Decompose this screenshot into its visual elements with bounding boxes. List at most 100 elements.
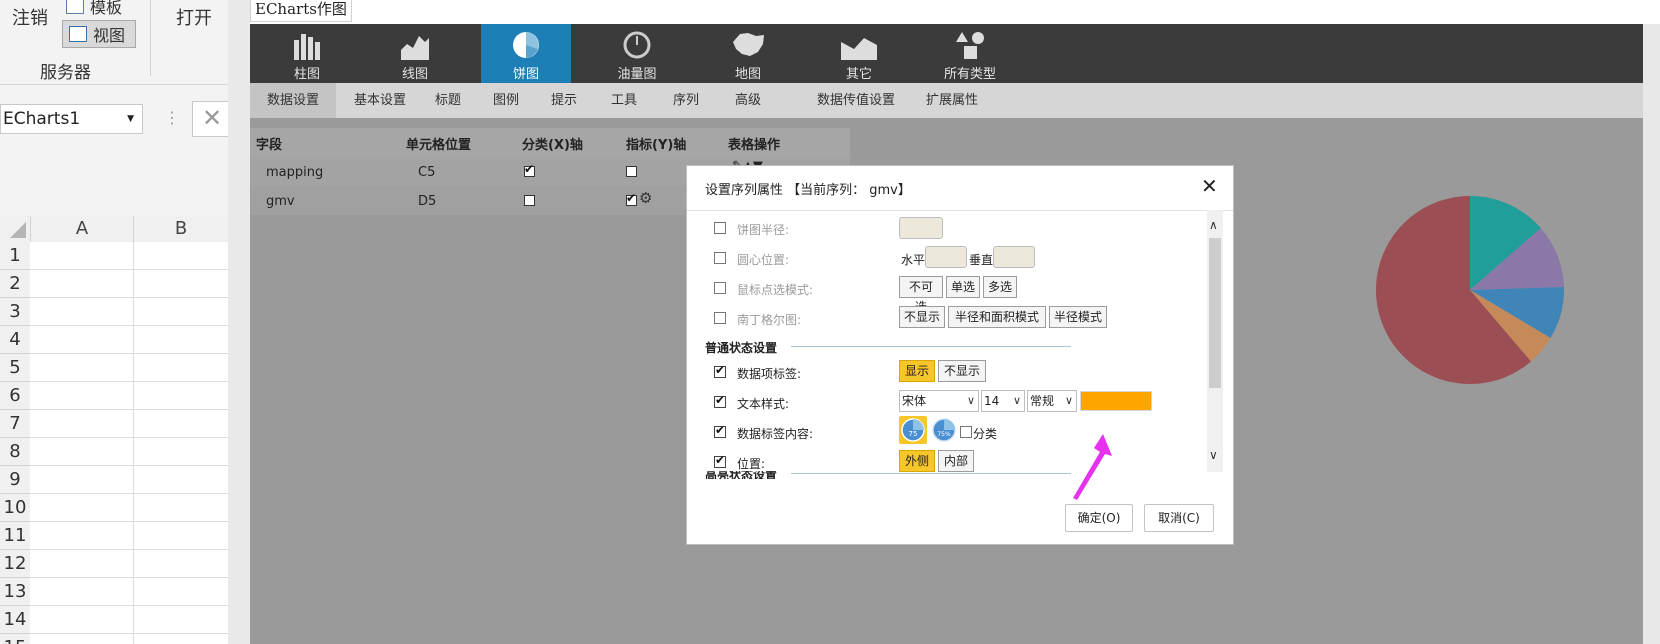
position-checkbox[interactable] — [714, 453, 726, 468]
data-label-hide-button[interactable]: 不显示 — [938, 360, 986, 382]
table-row[interactable] — [30, 354, 228, 382]
select-all-corner[interactable] — [0, 216, 30, 242]
mouse-mode-multi-button[interactable]: 多选 — [983, 276, 1017, 298]
y-axis-checkbox[interactable] — [626, 191, 637, 206]
data-label-checkbox[interactable] — [714, 363, 726, 378]
chart-type-pie[interactable]: 饼图 — [481, 24, 571, 83]
row-header[interactable]: 13 — [0, 578, 30, 606]
row-header[interactable]: 4 — [0, 326, 30, 354]
table-row[interactable] — [30, 466, 228, 494]
column-divider — [133, 494, 134, 522]
table-row[interactable] — [30, 578, 228, 606]
font-family-select[interactable]: 宋体 ∨ — [899, 390, 979, 412]
nightingale-off-button[interactable]: 不显示 — [899, 306, 945, 328]
cancel-button[interactable]: 取消(C) — [1144, 504, 1214, 532]
open-button[interactable]: 打开 — [176, 4, 212, 30]
position-outside-button[interactable]: 外侧 — [899, 450, 935, 472]
row-header[interactable]: 5 — [0, 354, 30, 382]
row-header[interactable]: 9 — [0, 466, 30, 494]
chevron-down-icon: ▼ — [127, 114, 134, 124]
undo-button[interactable]: 注销 — [12, 4, 48, 30]
row-header[interactable]: 7 — [0, 410, 30, 438]
chart-type-map[interactable]: 地图 — [703, 24, 793, 83]
mouse-mode-checkbox[interactable] — [714, 282, 726, 294]
chart-type-other[interactable]: 其它 — [814, 24, 904, 83]
row-header[interactable]: 12 — [0, 550, 30, 578]
row-header[interactable]: 14 — [0, 606, 30, 634]
nightingale-radius-area-button[interactable]: 半径和面积模式 — [948, 306, 1046, 328]
table-row[interactable] — [30, 494, 228, 522]
name-box[interactable]: ECharts1 ▼ — [0, 104, 143, 134]
view-button[interactable]: 视图 — [62, 20, 136, 48]
center-checkbox[interactable] — [714, 252, 726, 264]
table-row[interactable] — [30, 634, 228, 644]
scroll-down-icon[interactable]: ∨ — [1209, 448, 1218, 462]
font-weight-select[interactable]: 常规 ∨ — [1027, 390, 1077, 412]
font-size-select[interactable]: 14 ∨ — [981, 390, 1025, 412]
chart-type-bar[interactable]: 柱图 — [262, 24, 352, 83]
tab-advanced[interactable]: 高级 — [728, 83, 768, 118]
pie-radius-checkbox[interactable] — [714, 222, 726, 234]
nightingale-radius-button[interactable]: 半径模式 — [1049, 306, 1107, 328]
table-row[interactable] — [30, 522, 228, 550]
row-header[interactable]: 11 — [0, 522, 30, 550]
column-header-b[interactable]: B — [134, 216, 228, 242]
label-value-option[interactable]: 75 — [899, 416, 927, 444]
row-header[interactable]: 3 — [0, 298, 30, 326]
tab-series[interactable]: 序列 — [666, 83, 706, 118]
row-header[interactable]: 2 — [0, 270, 30, 298]
gear-icon[interactable]: ⚙ — [639, 189, 652, 207]
table-row[interactable] — [30, 438, 228, 466]
chart-type-line[interactable]: 线图 — [370, 24, 460, 83]
label-percent-option[interactable]: 75% — [930, 416, 958, 444]
ok-button[interactable]: 确定(O) — [1065, 504, 1133, 532]
y-axis-checkbox[interactable] — [626, 166, 637, 177]
table-row[interactable] — [30, 550, 228, 578]
window-title-tab[interactable]: ECharts作图 — [250, 0, 352, 22]
scrollbar-thumb[interactable] — [1209, 238, 1221, 388]
center-horizontal-input[interactable] — [925, 246, 967, 268]
mouse-mode-single-button[interactable]: 单选 — [946, 276, 980, 298]
column-header-a[interactable]: A — [30, 216, 134, 242]
table-row[interactable] — [30, 270, 228, 298]
cancel-formula-button[interactable]: ✕ — [192, 101, 228, 137]
table-row[interactable] — [30, 326, 228, 354]
other-chart-icon — [841, 38, 877, 60]
position-inside-button[interactable]: 内部 — [938, 450, 974, 472]
tab-data-settings[interactable]: 数据设置 — [250, 83, 336, 118]
row-header[interactable]: 8 — [0, 438, 30, 466]
tab-tooltip[interactable]: 提示 — [544, 83, 584, 118]
table-row[interactable] — [30, 606, 228, 634]
tab-extended-props[interactable]: 扩展属性 — [918, 83, 986, 118]
chart-type-gauge[interactable]: 油量图 — [592, 24, 682, 83]
center-vertical-input[interactable] — [993, 246, 1035, 268]
table-row[interactable] — [30, 382, 228, 410]
row-header[interactable]: 1 — [0, 242, 30, 270]
category-checkbox[interactable] — [960, 426, 972, 438]
data-label-show-button[interactable]: 显示 — [899, 360, 935, 382]
tab-data-transfer[interactable]: 数据传值设置 — [808, 83, 904, 118]
percent-pie-icon: 75% — [932, 418, 956, 442]
tab-tools[interactable]: 工具 — [604, 83, 644, 118]
row-header[interactable]: 10 — [0, 494, 30, 522]
tab-title[interactable]: 标题 — [428, 83, 468, 118]
row-header[interactable]: 15 — [0, 634, 30, 644]
row-header[interactable]: 6 — [0, 382, 30, 410]
close-icon[interactable]: ✕ — [1201, 174, 1218, 198]
tab-basic-settings[interactable]: 基本设置 — [346, 83, 414, 118]
table-row[interactable] — [30, 242, 228, 270]
template-button[interactable]: 模板 — [66, 0, 122, 18]
table-row[interactable] — [30, 410, 228, 438]
table-row[interactable] — [30, 298, 228, 326]
text-color-picker[interactable] — [1080, 391, 1152, 411]
pie-radius-input[interactable] — [899, 217, 943, 239]
label-content-checkbox[interactable] — [714, 423, 726, 438]
tab-legend[interactable]: 图例 — [486, 83, 526, 118]
text-style-checkbox[interactable] — [714, 393, 726, 408]
scroll-up-icon[interactable]: ∧ — [1209, 218, 1218, 232]
x-axis-checkbox[interactable] — [524, 162, 535, 177]
mouse-mode-none-button[interactable]: 不可选 — [899, 276, 943, 314]
x-axis-checkbox[interactable] — [524, 195, 535, 206]
chart-type-all[interactable]: 所有类型 — [925, 24, 1015, 83]
nightingale-checkbox[interactable] — [714, 312, 726, 324]
